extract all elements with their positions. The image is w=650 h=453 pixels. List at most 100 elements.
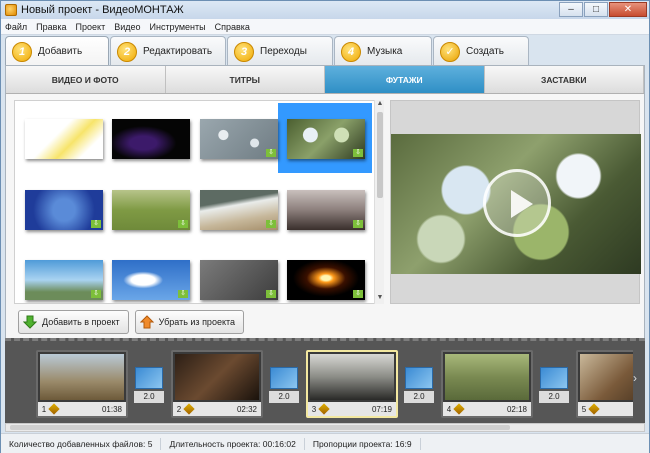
tab-add[interactable]: 1 Добавить — [5, 36, 109, 66]
timeline-clip[interactable]: 2 02:32 — [171, 350, 263, 418]
step-number-badge: 1 — [12, 41, 32, 62]
download-icon: ⇩ — [353, 290, 363, 298]
menu-project[interactable]: Проект — [76, 22, 106, 32]
clip-duration: 02:32 — [236, 404, 257, 414]
clip-thumbnail — [580, 354, 633, 400]
edit-icon[interactable] — [183, 403, 195, 415]
menu-tools[interactable]: Инструменты — [150, 22, 206, 32]
timeline-clip[interactable]: 5 — [576, 350, 633, 418]
footage-gallery: ⇩ ⇩ ⇩ ⇩ ⇩ ⇩ ⇩ ⇩ ⇩ ⇩ — [14, 100, 382, 304]
play-icon[interactable] — [483, 169, 551, 237]
step-number-badge: 4 — [341, 41, 361, 62]
clip-duration: 01:38 — [101, 404, 122, 414]
edit-icon[interactable] — [48, 403, 60, 415]
tab-transitions[interactable]: 3 Переходы — [227, 36, 333, 66]
footage-thumbnail[interactable]: ⇩ — [25, 260, 103, 300]
tab-label: Редактировать — [143, 46, 213, 57]
timeline-clip[interactable]: 4 02:18 — [441, 350, 533, 418]
footage-thumbnail[interactable]: ⇩ — [200, 119, 278, 159]
scroll-thumb[interactable] — [377, 112, 383, 198]
timeline-clip-selected[interactable]: 3 07:19 — [306, 350, 398, 418]
step-number-badge: 3 — [234, 41, 254, 62]
edit-icon[interactable] — [588, 403, 600, 415]
action-buttons: Добавить в проект Убрать из проекта — [18, 310, 250, 334]
gallery-scrollbar[interactable]: ▲ ▼ — [374, 100, 384, 304]
step-number-badge: 2 — [117, 41, 137, 62]
tab-footage[interactable]: ФУТАЖИ — [325, 66, 485, 93]
clip-thumbnail — [445, 354, 529, 400]
download-icon: ⇩ — [353, 220, 363, 228]
footage-thumbnail[interactable]: ⇩ — [112, 190, 190, 230]
edit-icon[interactable] — [318, 403, 330, 415]
download-icon: ⇩ — [353, 149, 363, 157]
footage-thumbnail[interactable]: ⇩ — [112, 260, 190, 300]
maximize-button[interactable]: □ — [584, 2, 608, 17]
transition[interactable]: 2.0 — [539, 367, 569, 405]
tab-music[interactable]: 4 Музыка — [334, 36, 432, 66]
menu-edit[interactable]: Правка — [36, 22, 66, 32]
add-to-project-button[interactable]: Добавить в проект — [18, 310, 129, 334]
clip-duration: 07:19 — [371, 404, 392, 414]
tab-intros[interactable]: ЗАСТАВКИ — [485, 66, 644, 93]
clip-duration: 02:18 — [506, 404, 527, 414]
footage-thumbnail[interactable] — [112, 119, 190, 159]
transition[interactable]: 2.0 — [134, 367, 164, 405]
scroll-up-icon[interactable]: ▲ — [375, 100, 385, 110]
preview-panel — [390, 100, 641, 304]
window-title: Новый проект - ВидеоМОНТАЖ — [21, 4, 184, 16]
tab-titles[interactable]: ТИТРЫ — [166, 66, 325, 93]
timeline-clip[interactable]: 1 01:38 — [36, 350, 128, 418]
download-icon: ⇩ — [266, 290, 276, 298]
add-to-project-label: Добавить в проект — [42, 317, 120, 327]
preview-video — [391, 134, 641, 274]
menu-video[interactable]: Видео — [114, 22, 140, 32]
footage-thumbnail[interactable]: ⇩ — [287, 119, 365, 159]
chevron-right-icon[interactable]: › — [633, 371, 645, 395]
footage-thumbnail[interactable]: ⇩ — [287, 190, 365, 230]
status-files-count: Количество добавленных файлов: 5 — [1, 437, 162, 450]
step-tabs: 1 Добавить 2 Редактировать 3 Переходы 4 … — [5, 36, 645, 66]
footage-thumbnail[interactable] — [25, 119, 103, 159]
footage-thumbnail[interactable]: ⇩ — [287, 260, 365, 300]
remove-from-project-button[interactable]: Убрать из проекта — [134, 310, 245, 334]
footage-thumbnail[interactable]: ⇩ — [200, 260, 278, 300]
minimize-button[interactable]: – — [559, 2, 583, 17]
timeline-strip: 1 01:38 2.0 2 02:32 2.0 3 07:19 2.0 4 02:18 … — [5, 341, 633, 426]
tab-label: Добавить — [38, 46, 83, 57]
menu-file[interactable]: Файл — [5, 22, 27, 32]
transition-icon — [135, 367, 163, 389]
transition[interactable]: 2.0 — [404, 367, 434, 405]
tab-edit[interactable]: 2 Редактировать — [110, 36, 226, 66]
scroll-thumb[interactable] — [10, 425, 510, 430]
timeline-scrollbar[interactable] — [5, 423, 645, 432]
download-icon: ⇩ — [91, 290, 101, 298]
transition[interactable]: 2.0 — [269, 367, 299, 405]
footage-thumbnail[interactable]: ⇩ — [200, 190, 278, 230]
tab-create[interactable]: ✓ Создать — [433, 36, 529, 66]
download-icon: ⇩ — [266, 149, 276, 157]
clip-thumbnail — [40, 354, 124, 400]
remove-from-project-label: Убрать из проекта — [158, 317, 236, 327]
transition-duration: 2.0 — [404, 391, 434, 403]
tab-label: Создать — [466, 46, 505, 57]
status-duration: Длительность проекта: 00:16:02 — [161, 437, 305, 450]
arrow-down-icon — [23, 315, 37, 329]
close-button[interactable]: ✕ — [609, 2, 647, 17]
clip-thumbnail — [310, 354, 394, 400]
transition-icon — [405, 367, 433, 389]
edit-icon[interactable] — [453, 403, 465, 415]
footage-thumbnail[interactable]: ⇩ — [25, 190, 103, 230]
download-icon: ⇩ — [266, 220, 276, 228]
transition-icon — [540, 367, 568, 389]
transition-duration: 2.0 — [539, 391, 569, 403]
menu-help[interactable]: Справка — [215, 22, 250, 32]
checkmark-icon: ✓ — [440, 41, 460, 62]
title-bar: Новый проект - ВидеоМОНТАЖ – □ ✕ — [1, 1, 649, 19]
menu-bar: Файл Правка Проект Видео Инструменты Спр… — [1, 19, 649, 35]
arrow-up-icon — [139, 315, 154, 329]
clip-thumbnail — [175, 354, 259, 400]
scroll-down-icon[interactable]: ▼ — [375, 294, 385, 304]
transition-icon — [270, 367, 298, 389]
tab-label: Музыка — [367, 46, 403, 57]
tab-video-photo[interactable]: ВИДЕО И ФОТО — [6, 66, 166, 93]
